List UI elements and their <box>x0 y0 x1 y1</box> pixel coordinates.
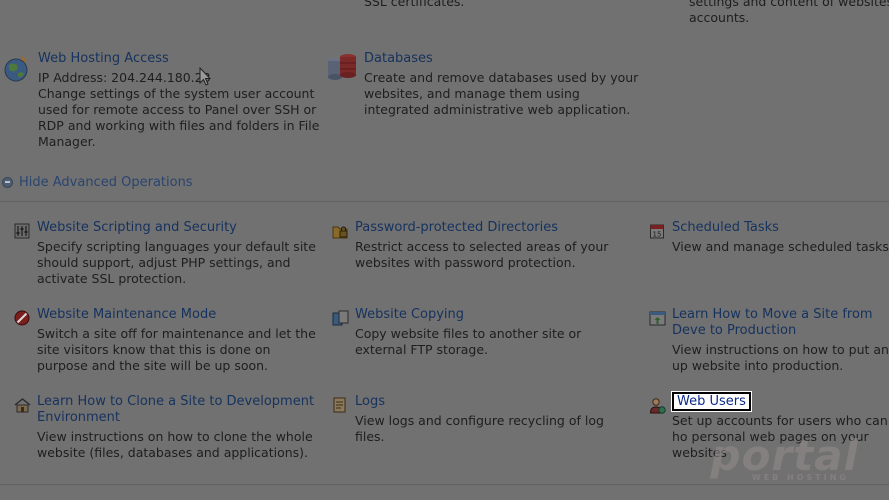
move-site-desc: View instructions on how to put an up we… <box>672 342 889 373</box>
clone-site-link[interactable]: Learn How to Clone a Site to Development… <box>37 394 317 426</box>
website-scripting-link[interactable]: Website Scripting and Security <box>37 220 317 236</box>
password-dirs-desc: Restrict access to selected areas of you… <box>355 239 609 270</box>
lock-folder-icon <box>332 223 349 242</box>
copy-icon <box>332 310 349 329</box>
databases-link[interactable]: Databases <box>364 51 644 67</box>
upload-window-icon <box>649 310 666 330</box>
scheduled-tasks-desc: View and manage scheduled tasks. <box>672 239 889 254</box>
right-desc-fragment-1: settings and content of websites a <box>689 0 889 9</box>
right-desc-fragment-2: accounts. <box>689 10 750 25</box>
ssl-desc-fragment: SSL certificates. <box>364 0 465 9</box>
calendar-icon: 15 <box>649 223 665 242</box>
website-copying-desc: Copy website files to another site or ex… <box>355 326 582 357</box>
web-hosting-access-link[interactable]: Web Hosting Access <box>38 51 323 67</box>
logs-link[interactable]: Logs <box>355 394 635 410</box>
maintenance-mode-link[interactable]: Website Maintenance Mode <box>37 307 317 323</box>
web-hosting-access-desc: Change settings of the system user accou… <box>38 86 320 149</box>
database-icon <box>326 51 358 86</box>
globe-icon <box>3 51 31 86</box>
databases-desc: Create and remove databases used by your… <box>364 70 639 117</box>
user-icon <box>649 397 666 417</box>
portal-watermark-logo: portal WEB HOSTING <box>711 431 859 482</box>
svg-text:15: 15 <box>653 231 662 239</box>
scheduled-tasks-link[interactable]: Scheduled Tasks <box>672 220 889 236</box>
password-dirs-link[interactable]: Password-protected Directories <box>355 220 635 236</box>
hide-advanced-operations-toggle[interactable]: Hide Advanced Operations <box>0 174 193 190</box>
web-users-highlight[interactable]: Web Users <box>672 392 751 411</box>
house-icon <box>14 397 31 416</box>
ip-address-text: IP Address: 204.244.180.23 <box>38 70 211 85</box>
website-copying-link[interactable]: Website Copying <box>355 307 635 323</box>
section-divider <box>0 201 889 202</box>
maintenance-mode-desc: Switch a site off for maintenance and le… <box>37 326 316 373</box>
website-scripting-desc: Specify scripting languages your default… <box>37 239 316 286</box>
page: SSL certificates. settings and content o… <box>0 0 889 500</box>
mouse-cursor-icon <box>199 66 212 90</box>
move-site-link[interactable]: Learn How to Move a Site from Deve to Pr… <box>672 307 889 339</box>
hide-advanced-operations-label: Hide Advanced Operations <box>19 174 193 190</box>
watermark-sub: WEB HOSTING <box>751 473 849 482</box>
logs-desc: View logs and configure recycling of log… <box>355 413 604 444</box>
clone-site-desc: View instructions on how to clone the wh… <box>37 429 313 460</box>
log-document-icon <box>332 397 347 416</box>
web-users-link[interactable]: Web Users <box>672 392 889 411</box>
sliders-icon <box>14 223 30 242</box>
collapse-icon <box>2 176 13 188</box>
bottom-divider <box>0 484 889 485</box>
no-entry-icon <box>14 310 30 329</box>
